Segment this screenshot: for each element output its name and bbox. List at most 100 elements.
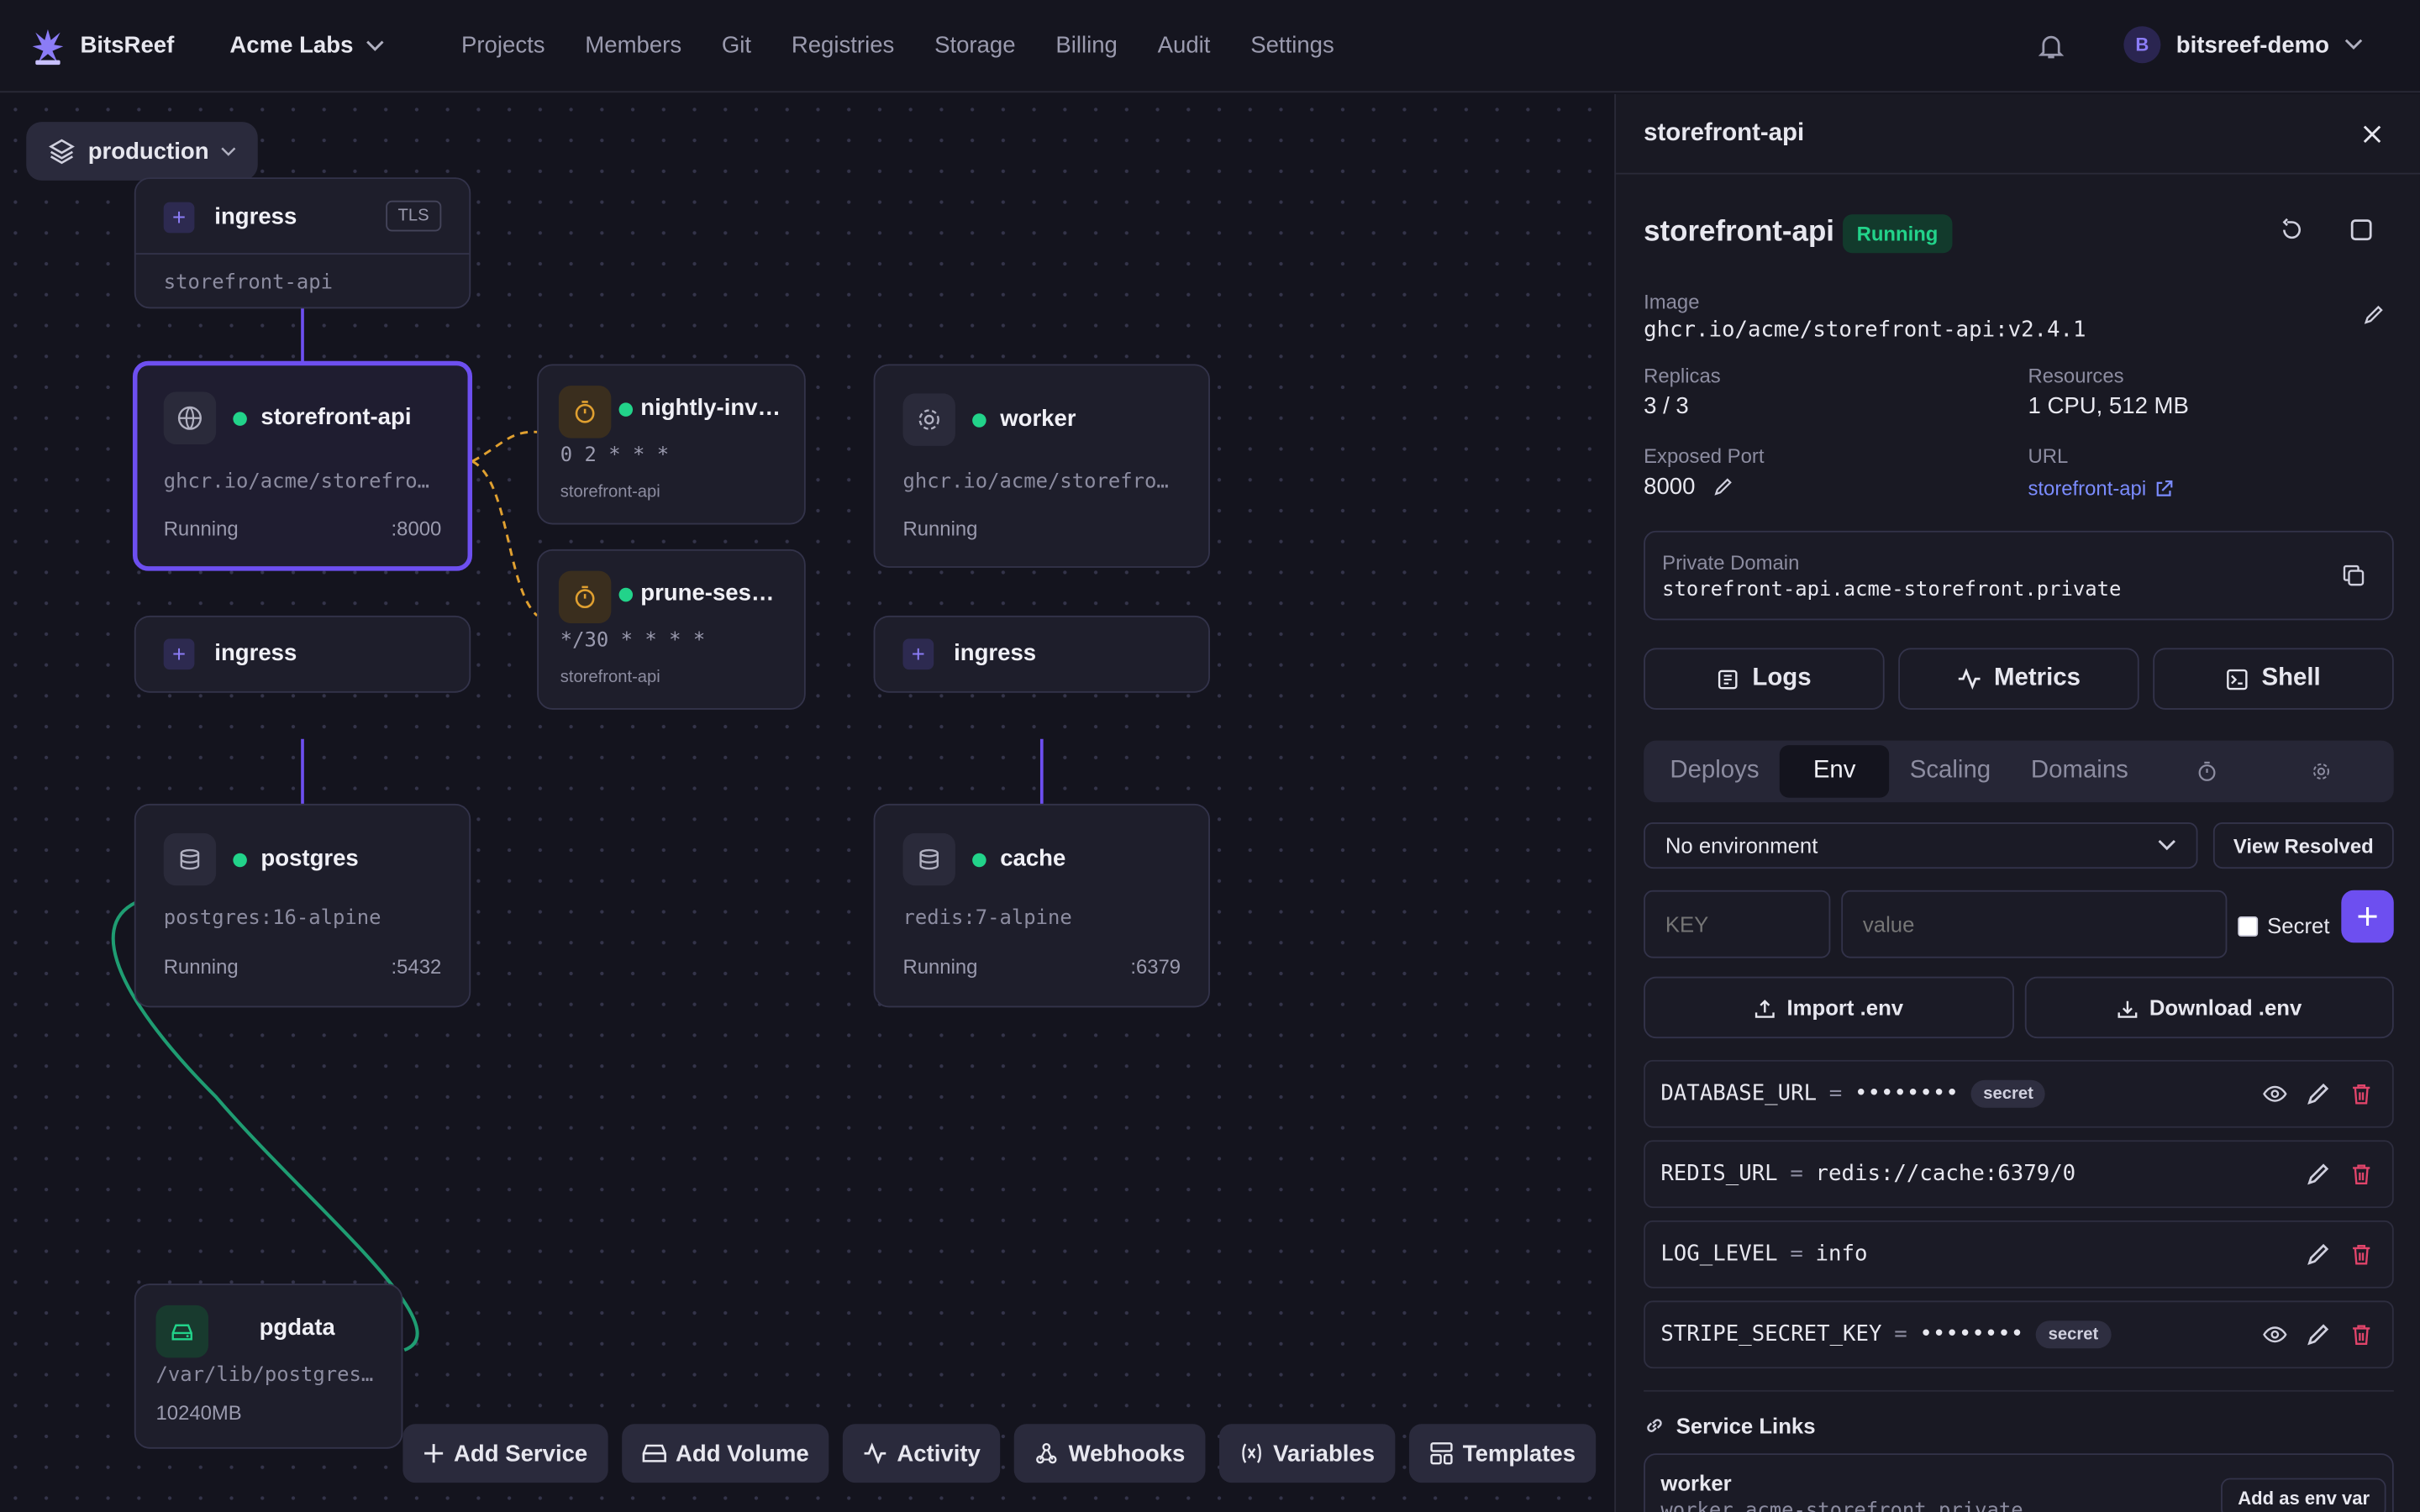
bell-icon[interactable]	[2037, 33, 2065, 60]
eye-icon[interactable]	[2263, 1322, 2287, 1347]
variables-button[interactable]: Variables	[1218, 1424, 1395, 1483]
stopwatch-icon	[558, 386, 612, 438]
env-key: DATABASE_URL	[1660, 1081, 1818, 1106]
cron-node-prune[interactable]: prune-ses… */30 * * * * storefront-api	[537, 549, 806, 710]
service-node-storefront-api[interactable]: storefront-api ghcr.io/acme/storefro… Ru…	[132, 360, 473, 571]
nav-audit[interactable]: Audit	[1158, 33, 1211, 59]
secret-badge: secret	[1970, 1079, 2046, 1108]
add-as-env-var-button[interactable]: Add as env var	[2221, 1478, 2387, 1512]
variable-icon	[1242, 1443, 1261, 1463]
add-volume-button[interactable]: Add Volume	[621, 1424, 829, 1483]
nav-members[interactable]: Members	[585, 33, 681, 59]
org-switcher[interactable]: Acme Labs	[229, 33, 384, 59]
volume-size: 10240MB	[155, 1400, 242, 1425]
pencil-icon[interactable]	[2306, 1322, 2330, 1347]
panel-header-title: storefront-api	[1644, 120, 1805, 147]
service-canvas[interactable]: production + ingress TLS storefront-api …	[0, 94, 1613, 1512]
volume-node-pgdata[interactable]: pgdata /var/lib/postgres… 10240MB	[134, 1284, 403, 1449]
status-dot	[618, 587, 634, 602]
pencil-icon[interactable]	[2306, 1082, 2330, 1106]
brand-name: BitsReef	[80, 32, 175, 59]
url-text: storefront-api	[2028, 476, 2147, 501]
view-resolved-button[interactable]: View Resolved	[2212, 822, 2394, 869]
tab-scaling[interactable]: Scaling	[1890, 745, 2011, 797]
environment-selector[interactable]: production	[26, 122, 259, 181]
add-env-button[interactable]	[2341, 890, 2394, 943]
import-env-button[interactable]: Import .env	[1644, 976, 2014, 1039]
cron-node-nightly[interactable]: nightly-inv… 0 2 * * * storefront-api	[537, 364, 806, 525]
environment-dropdown[interactable]: No environment	[1644, 822, 2198, 869]
ingress-node[interactable]: + ingress TLS storefront-api	[134, 177, 471, 309]
node-title: ingress	[954, 640, 1037, 667]
ingress-node[interactable]: + ingress	[873, 615, 1210, 693]
env-eq: =	[1828, 1081, 1843, 1106]
button-label: Add Volume	[675, 1440, 809, 1467]
env-value-input[interactable]	[1841, 890, 2228, 958]
nav-billing[interactable]: Billing	[1055, 33, 1118, 59]
chevron-down-icon	[366, 39, 384, 50]
tab-deploys[interactable]: Deploys	[1649, 745, 1779, 797]
download-env-button[interactable]: Download .env	[2024, 976, 2394, 1039]
service-node-cache[interactable]: cache redis:7-alpine Running :6379	[873, 803, 1210, 1008]
logs-button[interactable]: Logs	[1644, 648, 1885, 710]
copy-icon[interactable]	[2341, 563, 2365, 587]
ingress-node[interactable]: + ingress	[134, 615, 471, 693]
upload-icon	[1754, 999, 1775, 1017]
service-node-postgres[interactable]: postgres postgres:16-alpine Running :543…	[134, 803, 471, 1008]
node-title: ingress	[214, 203, 297, 230]
pencil-icon[interactable]	[2306, 1242, 2330, 1267]
templates-button[interactable]: Templates	[1408, 1424, 1596, 1483]
nav-projects[interactable]: Projects	[461, 33, 545, 59]
status-dot	[972, 413, 986, 428]
button-label: Shell	[2261, 664, 2321, 691]
tab-cron[interactable]	[2176, 745, 2238, 797]
env-var-row[interactable]: REDIS_URL = redis://cache:6379/0	[1644, 1140, 2394, 1209]
node-title: cache	[1000, 845, 1066, 872]
env-key-input[interactable]	[1644, 890, 1831, 958]
env-var-row[interactable]: DATABASE_URL = •••••••• secret	[1644, 1059, 2394, 1128]
service-link-card: worker worker.acme-storefront.private Ad…	[1644, 1453, 2394, 1512]
tab-env[interactable]: Env	[1779, 745, 1890, 798]
trash-icon[interactable]	[2349, 1242, 2374, 1267]
env-var-row[interactable]: STRIPE_SECRET_KEY = •••••••• secret	[1644, 1300, 2394, 1369]
node-image: redis:7-alpine	[902, 906, 1072, 931]
gear-icon	[2312, 763, 2330, 780]
nav-registries[interactable]: Registries	[792, 33, 894, 59]
webhooks-button[interactable]: Webhooks	[1014, 1424, 1206, 1483]
metrics-button[interactable]: Metrics	[1898, 648, 2139, 710]
close-icon[interactable]	[2361, 123, 2383, 145]
node-port: :6379	[1130, 954, 1181, 979]
env-var-row[interactable]: LOG_LEVEL = info	[1644, 1220, 2394, 1289]
brand[interactable]: BitsReef	[31, 25, 175, 66]
top-navbar: BitsReef Acme Labs Projects Members Git …	[0, 0, 2420, 93]
node-title: prune-ses…	[640, 580, 775, 606]
add-service-button[interactable]: Add Service	[402, 1424, 608, 1483]
restart-icon[interactable]	[2280, 218, 2304, 242]
button-label: Download .env	[2149, 995, 2302, 1021]
service-node-worker[interactable]: worker ghcr.io/acme/storefro… Running	[873, 364, 1210, 568]
pencil-icon[interactable]	[2363, 304, 2385, 326]
url-link[interactable]: storefront-api	[2028, 476, 2172, 501]
replicas-label: Replicas	[1644, 364, 1721, 388]
shell-button[interactable]: Shell	[2153, 648, 2394, 710]
pencil-icon[interactable]	[1713, 477, 1733, 497]
resources-label: Resources	[2028, 364, 2124, 388]
trash-icon[interactable]	[2349, 1082, 2374, 1106]
tab-domains[interactable]: Domains	[2011, 745, 2149, 797]
eye-icon[interactable]	[2263, 1082, 2287, 1106]
activity-button[interactable]: Activity	[843, 1424, 1001, 1483]
nav-storage[interactable]: Storage	[934, 33, 1016, 59]
user-menu[interactable]: B bitsreef-demo	[2123, 26, 2363, 64]
nav-settings[interactable]: Settings	[1250, 33, 1334, 59]
trash-icon[interactable]	[2349, 1322, 2374, 1347]
stop-icon[interactable]	[2350, 219, 2372, 241]
node-title: ingress	[214, 640, 297, 667]
button-label: Metrics	[1994, 664, 2081, 691]
pencil-icon[interactable]	[2306, 1162, 2330, 1186]
tab-settings[interactable]	[2291, 745, 2352, 797]
secret-checkbox[interactable]: Secret	[2238, 913, 2329, 938]
nav-git[interactable]: Git	[722, 33, 751, 59]
env-eq: =	[1790, 1242, 1803, 1267]
trash-icon[interactable]	[2349, 1162, 2374, 1186]
cron-schedule: 0 2 * * *	[560, 444, 670, 468]
